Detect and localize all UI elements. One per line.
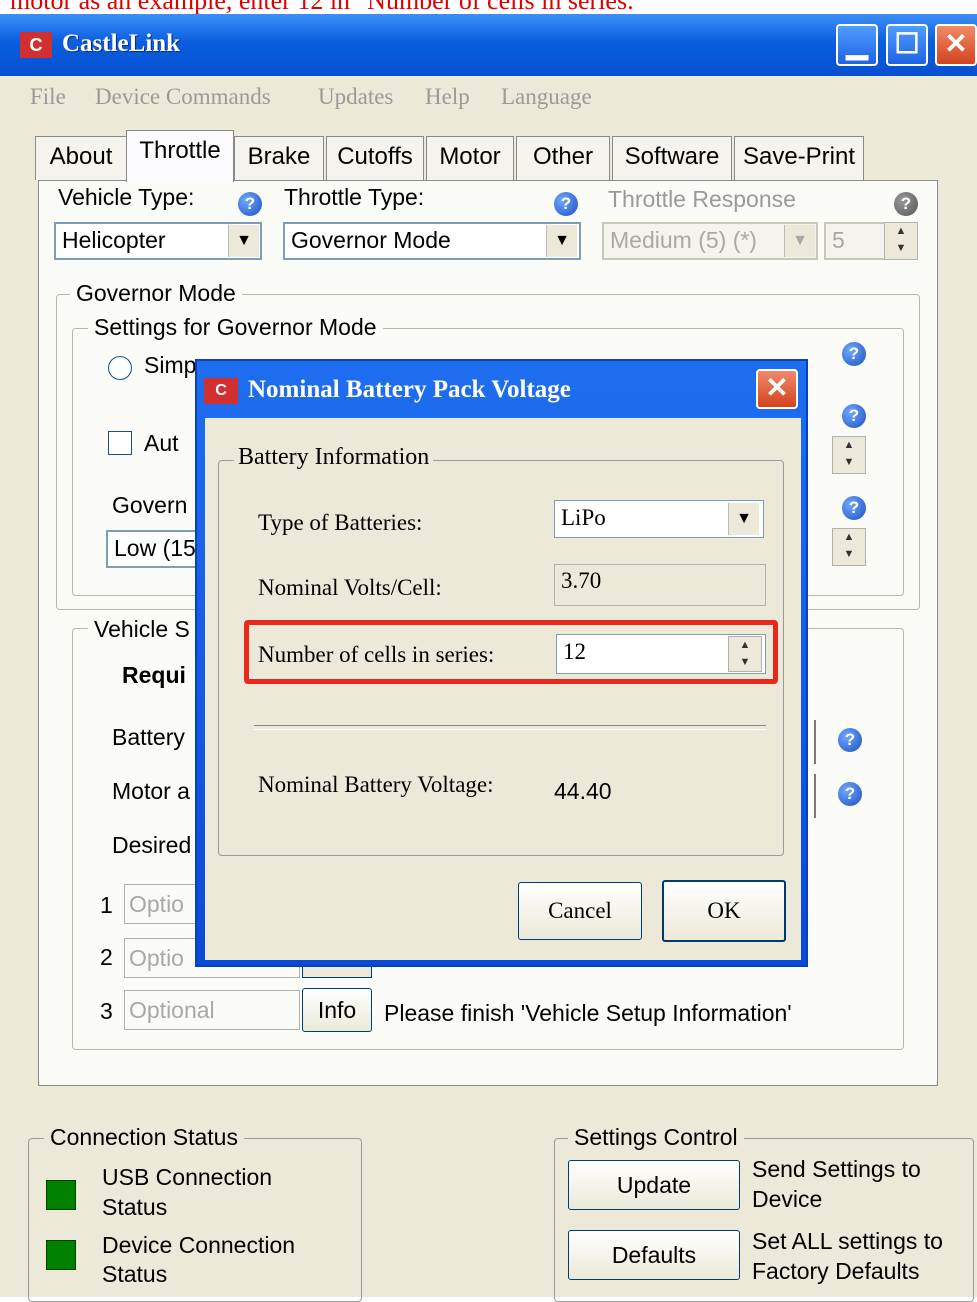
chevron-down-icon[interactable]: ▼ [546, 225, 577, 257]
menu-help[interactable]: Help [425, 84, 470, 110]
battery-label: Battery [112, 724, 185, 750]
throttle-response-spinner[interactable]: ▲ ▼ [884, 222, 918, 260]
dialog-app-icon: C [204, 378, 238, 404]
throttle-type-value: Governor Mode [291, 227, 451, 253]
settings-control-legend: Settings Control [568, 1124, 744, 1151]
nominal-voltage-label: Nominal Battery Voltage: [258, 772, 494, 797]
battery-type-label: Type of Batteries: [258, 510, 423, 535]
simple-radio[interactable] [108, 356, 132, 380]
motor-field-edge [814, 774, 816, 818]
info-button-3[interactable]: Info [302, 988, 372, 1032]
menu-device-commands[interactable]: Device Commands [95, 84, 271, 110]
update-desc-2: Device [752, 1186, 823, 1212]
update-desc-1: Send Settings to [752, 1156, 921, 1182]
usb-status-label-2: Status [102, 1194, 168, 1220]
nominal-voltage-value: 44.40 [554, 778, 612, 804]
tab-cutoffs[interactable]: Cutoffs [326, 136, 424, 180]
throttle-type-help-icon[interactable]: ? [554, 192, 578, 216]
defaults-button[interactable]: Defaults [568, 1230, 740, 1280]
throttle-response-number[interactable]: 5 [824, 222, 886, 260]
minimize-button[interactable]: ▁ [836, 24, 878, 66]
vehicle-type-help-icon[interactable]: ? [238, 192, 262, 216]
chevron-down-icon[interactable]: ▼ [228, 225, 259, 257]
connection-status-group [28, 1138, 362, 1302]
cancel-button[interactable]: Cancel [518, 882, 642, 940]
battery-help-icon[interactable]: ? [838, 728, 862, 752]
ok-button[interactable]: OK [662, 880, 786, 942]
battery-type-value: LiPo [561, 505, 606, 530]
throttle-response-number-value: 5 [832, 227, 845, 253]
battery-field-edge [814, 720, 816, 764]
auto-spinner[interactable]: ▲ ▼ [832, 436, 866, 474]
option-number-3: 3 [100, 998, 113, 1024]
governor-gain-value: Low (15 [114, 535, 196, 561]
throttle-response-label: Throttle Response [608, 186, 796, 212]
connection-status-legend: Connection Status [44, 1124, 244, 1151]
motor-label: Motor a [112, 778, 190, 804]
usb-status-label-1: USB Connection [102, 1164, 273, 1190]
device-status-indicator [46, 1240, 76, 1270]
window-title: CastleLink [62, 30, 181, 57]
menu-language[interactable]: Language [501, 84, 592, 110]
tab-other[interactable]: Other [516, 136, 610, 180]
defaults-desc-2: Factory Defaults [752, 1258, 920, 1284]
tab-brake[interactable]: Brake [234, 136, 324, 180]
highlight-box [244, 620, 778, 684]
castlelink-app-icon: C [20, 32, 52, 58]
option-number-1: 1 [100, 892, 113, 918]
battery-information-legend: Battery Information [234, 444, 434, 471]
auto-checkbox[interactable] [108, 431, 132, 455]
desired-label: Desired [112, 832, 192, 858]
motor-help-icon[interactable]: ? [838, 782, 862, 806]
option-number-2: 2 [100, 944, 113, 970]
chevron-down-icon[interactable]: ▼ [784, 225, 815, 257]
throttle-type-label: Throttle Type: [284, 184, 425, 210]
volts-per-cell-label: Nominal Volts/Cell: [258, 575, 442, 600]
volts-per-cell-field[interactable]: 3.70 [554, 564, 766, 606]
tab-motor[interactable]: Motor [426, 136, 514, 180]
update-button[interactable]: Update [568, 1160, 740, 1210]
throttle-response-value: Medium (5) (*) [610, 227, 757, 253]
governor-gain-label: Govern [112, 492, 188, 518]
governor-mode-legend: Governor Mode [70, 280, 242, 307]
simple-radio-label: Simp [144, 352, 197, 378]
menu-file[interactable]: File [30, 84, 66, 110]
settings-governor-legend: Settings for Governor Mode [88, 314, 383, 341]
menu-updates[interactable]: Updates [318, 84, 393, 110]
divider [254, 725, 766, 730]
governor-gain-help-icon[interactable]: ? [842, 496, 866, 520]
required-label: Requi [122, 662, 186, 688]
chevron-down-icon[interactable]: ▼ [728, 503, 759, 535]
governor-help-icon[interactable]: ? [842, 342, 866, 366]
close-window-button[interactable]: ✕ [935, 24, 977, 66]
maximize-button[interactable]: ☐ [886, 24, 928, 66]
device-status-label-2: Status [102, 1261, 168, 1287]
device-status-label-1: Device Connection [102, 1232, 296, 1258]
dialog-title: Nominal Battery Pack Voltage [248, 376, 571, 403]
throttle-type-select[interactable]: Governor Mode [283, 222, 581, 260]
governor-gain-spinner[interactable]: ▲ ▼ [832, 528, 866, 566]
option-field-3[interactable]: Optional [124, 990, 300, 1030]
vehicle-type-value: Helicopter [62, 227, 166, 253]
auto-checkbox-label: Aut [144, 430, 179, 456]
tab-about[interactable]: About [35, 136, 127, 180]
auto-help-icon[interactable]: ? [842, 404, 866, 428]
vehicle-setup-legend: Vehicle S [88, 616, 196, 643]
vehicle-type-label: Vehicle Type: [58, 184, 195, 210]
defaults-desc-1: Set ALL settings to [752, 1228, 943, 1254]
tab-throttle[interactable]: Throttle [126, 130, 234, 182]
dialog-close-button[interactable]: ✕ [756, 369, 798, 409]
tab-software[interactable]: Software [612, 136, 732, 180]
throttle-response-help-icon[interactable]: ? [894, 192, 918, 216]
tab-save-print[interactable]: Save-Print [734, 136, 864, 180]
finish-setup-message: Please finish 'Vehicle Setup Information… [384, 1000, 792, 1026]
usb-status-indicator [46, 1180, 76, 1210]
